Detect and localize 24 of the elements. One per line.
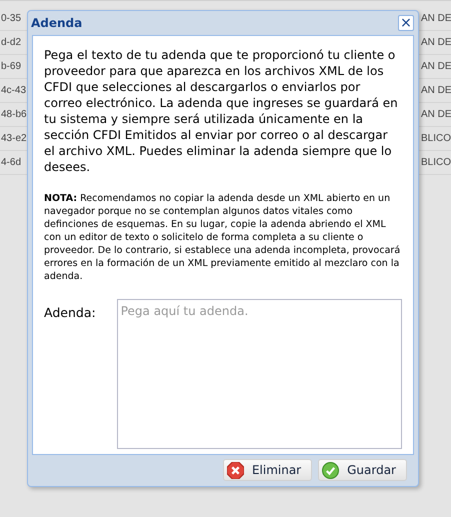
- table-cell-text: BLICO: [421, 156, 451, 170]
- delete-button[interactable]: Eliminar: [222, 459, 312, 481]
- adenda-field[interactable]: Pega aquí tu adenda.: [116, 299, 402, 449]
- table-cell-text: 48-b6: [0, 108, 27, 122]
- table-cell-text: AN DE: [421, 84, 451, 98]
- table-cell-text: AN DE: [421, 60, 451, 74]
- intro-paragraph: Pega el texto de tu adenda que te proporcionó tu cliente o proveedor para que aparezca en los archivos XML de los CFDI que selecciones al descargarlos o enviarlos por correo electrónico. La adenda que ingreses se guardará en tu sistema y siempre será utilizada únicamente en la sección CFDI Emitidos al enviar por correo o al descargar el archivo XML. Puedes eliminar la adenda siempre que lo desees.: [44, 47, 399, 175]
- check-icon: [322, 462, 340, 478]
- table-cell-text: BLICO: [421, 132, 451, 146]
- save-button[interactable]: Guardar: [318, 459, 407, 481]
- close-button[interactable]: ×: [398, 15, 414, 31]
- table-cell-text: b-69: [0, 60, 22, 74]
- table-cell-text: 0-35: [0, 12, 22, 26]
- field-label: Adenda:: [44, 304, 97, 322]
- stop-icon: [226, 462, 244, 478]
- note-paragraph: NOTA: Recomendamos no copiar la adenda desde un XML abierto en un navegador porque no se contemplan algunos datos vitales como definciones de esquemas. En su lugar, copie la adenda abriendo el XML con un editor de texto o solicitelo de forma completa a su cliente o proveedor. De lo contrario, si establece una adenda incompleta, provocará errores en la formación de un XML previamente emitido al mezclaro con la adenda.: [44, 192, 402, 283]
- table-cell-text: 4c-43: [0, 84, 26, 98]
- table-cell-text: 4-6d: [0, 156, 22, 170]
- table-cell-text: AN DE: [421, 36, 451, 50]
- table-cell-text: d-d2: [0, 36, 22, 50]
- table-cell-text: 43-e2: [0, 132, 27, 146]
- window-title: Adenda: [31, 15, 82, 32]
- table-cell-text: AN DE: [421, 108, 451, 122]
- table-cell-text: AN DE: [421, 12, 451, 26]
